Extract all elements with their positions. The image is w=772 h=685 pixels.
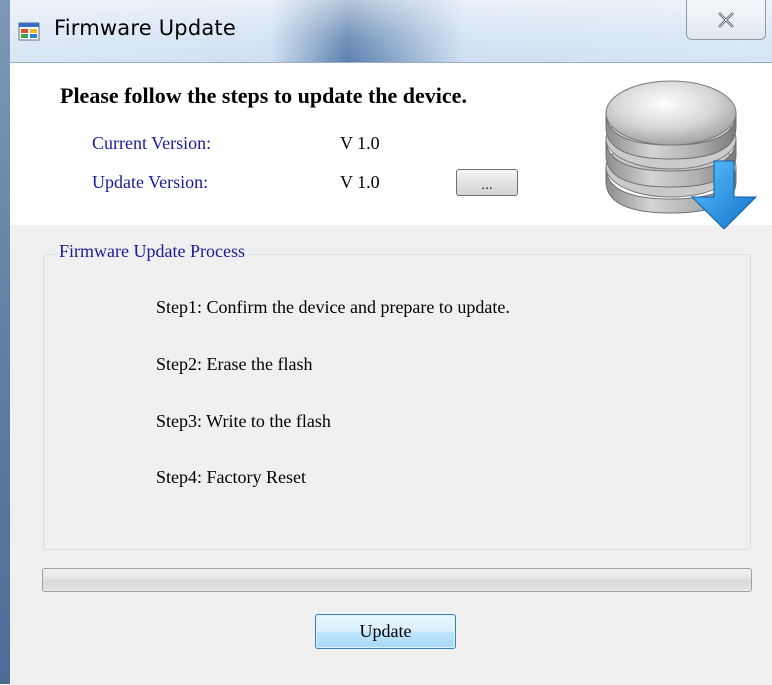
update-progress-bar (42, 568, 752, 592)
update-version-value: V 1.0 (340, 172, 380, 192)
window-title: Firmware Update (54, 16, 236, 40)
app-window-icon (18, 22, 40, 41)
firmware-update-window: Firmware Update Please follow the steps … (0, 0, 772, 685)
window-left-border (0, 0, 10, 684)
close-button[interactable] (686, 0, 766, 40)
update-button[interactable]: Update (315, 614, 456, 649)
step-3-text: Step3: Write to the flash (156, 411, 331, 431)
client-area: Please follow the steps to update the de… (10, 62, 772, 685)
step-4-text: Step4: Factory Reset (156, 467, 306, 487)
step-2-text: Step2: Erase the flash (156, 354, 313, 374)
current-version-label: Current Version: (92, 133, 212, 153)
groupbox-title: Firmware Update Process (56, 241, 248, 262)
title-bar[interactable]: Firmware Update (0, 0, 772, 62)
browse-file-button[interactable]: ... (456, 169, 518, 196)
page-title: Please follow the steps to update the de… (60, 83, 467, 108)
header-panel: Please follow the steps to update the de… (10, 63, 772, 229)
close-icon (718, 11, 734, 28)
current-version-value: V 1.0 (340, 133, 380, 153)
update-version-label: Update Version: (92, 172, 209, 192)
step-1-text: Step1: Confirm the device and prepare to… (156, 297, 510, 317)
database-download-icon (605, 80, 758, 229)
